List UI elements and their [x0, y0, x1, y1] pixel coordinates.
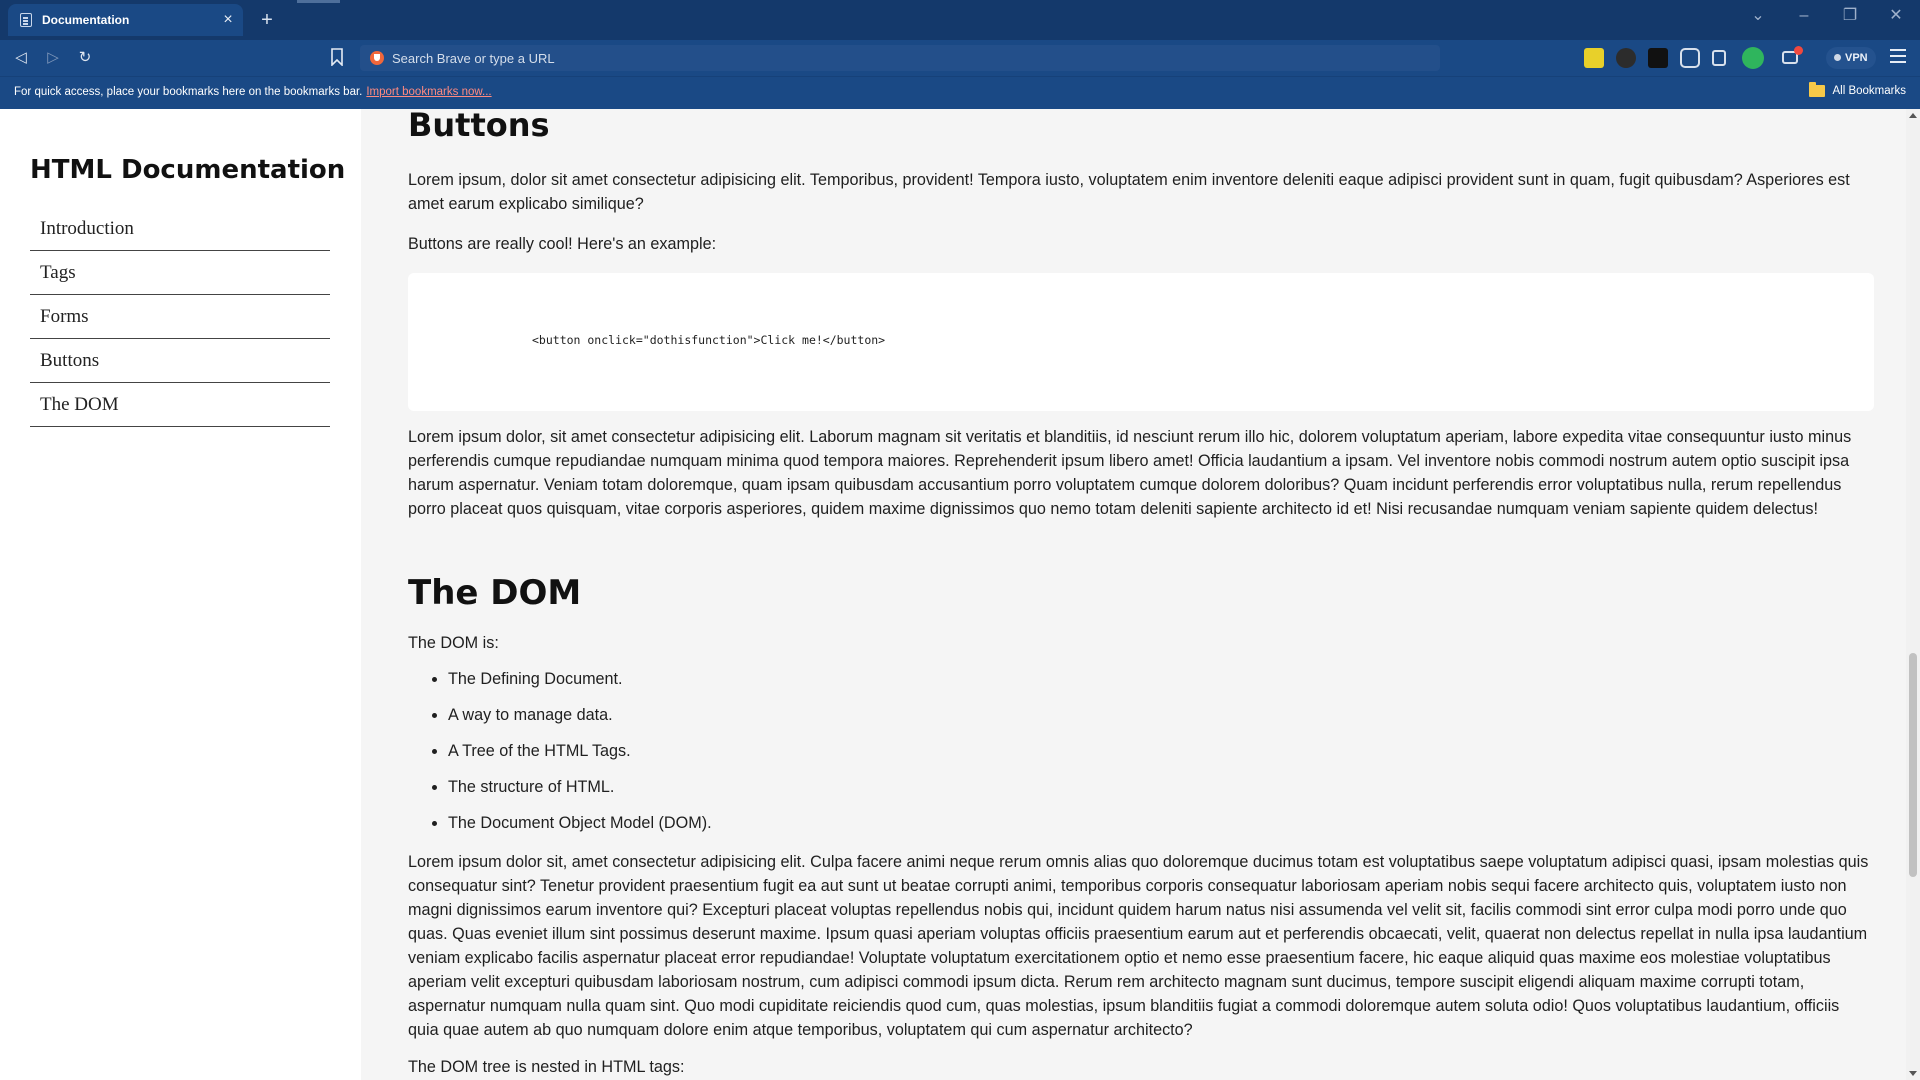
- page-scrollbar[interactable]: [1906, 109, 1920, 1080]
- bookmarks-bar: For quick access, place your bookmarks h…: [0, 76, 1920, 109]
- browser-toolbar: ◁ ▷ ↻ VPN: [0, 40, 1920, 76]
- scroll-up-arrow-icon[interactable]: [1909, 113, 1917, 118]
- docs-sidebar: HTML Documentation Introduction Tags For…: [0, 109, 361, 1080]
- new-tab-button[interactable]: +: [256, 8, 278, 32]
- folder-icon: [1808, 82, 1825, 97]
- vpn-button[interactable]: VPN: [1826, 47, 1876, 69]
- tab-strip-indicator: [297, 0, 340, 3]
- sidebar-item-buttons[interactable]: Buttons: [30, 339, 330, 383]
- address-input[interactable]: [392, 50, 1440, 66]
- forward-button[interactable]: ▷: [42, 47, 64, 69]
- section-heading-buttons: Buttons: [408, 109, 550, 144]
- back-button[interactable]: ◁: [10, 47, 32, 69]
- notification-badge: [1794, 46, 1803, 55]
- dom-paragraph-1: Lorem ipsum dolor sit, amet consectetur …: [408, 853, 1869, 1039]
- bookmarks-hint-text: For quick access, place your bookmarks h…: [14, 86, 363, 98]
- all-bookmarks-label: All Bookmarks: [1832, 85, 1907, 97]
- buttons-paragraph-1: Lorem ipsum, dolor sit amet consectetur …: [408, 171, 1850, 213]
- browser-titlebar: Documentation × + ⌄ – ❐ ✕: [0, 0, 1920, 40]
- brave-shield-icon[interactable]: [370, 51, 384, 65]
- tab-close-button[interactable]: ×: [217, 11, 239, 29]
- address-bar[interactable]: [360, 45, 1440, 71]
- scrollbar-thumb[interactable]: [1909, 653, 1917, 877]
- scroll-down-arrow-icon[interactable]: [1909, 1071, 1917, 1076]
- extension-yellow-icon[interactable]: [1584, 48, 1604, 68]
- list-item: The Document Object Model (DOM).: [448, 811, 712, 847]
- minimize-button[interactable]: –: [1782, 4, 1826, 28]
- tab-title: Documentation: [42, 13, 130, 27]
- sidebar-toggle-icon[interactable]: [1712, 50, 1726, 66]
- list-item: The Defining Document.: [448, 667, 712, 703]
- sidebar-item-tags[interactable]: Tags: [30, 251, 330, 295]
- sidebar-nav: Introduction Tags Forms Buttons The DOM: [30, 207, 330, 427]
- sidebar-title: HTML Documentation: [30, 155, 346, 185]
- sidebar-item-the-dom[interactable]: The DOM: [30, 383, 330, 427]
- list-item: A Tree of the HTML Tags.: [448, 739, 712, 775]
- tab-search-chevron-icon[interactable]: ⌄: [1736, 4, 1780, 28]
- section-heading-the-dom: The DOM: [408, 573, 582, 613]
- restore-button[interactable]: ❐: [1828, 4, 1872, 28]
- all-bookmarks-button[interactable]: All Bookmarks: [1808, 82, 1907, 97]
- sidebar-item-introduction[interactable]: Introduction: [30, 207, 330, 251]
- dom-paragraph-2: The DOM tree is nested in HTML tags:: [408, 1058, 685, 1076]
- reload-button[interactable]: ↻: [74, 47, 96, 69]
- extensions-puzzle-icon[interactable]: [1680, 48, 1700, 68]
- code-example-block: <button onclick="dothisfunction">Click m…: [408, 273, 1874, 411]
- close-window-button[interactable]: ✕: [1874, 4, 1918, 28]
- buttons-paragraph-2: Buttons are really cool! Here's an examp…: [408, 235, 717, 253]
- profile-avatar-icon[interactable]: [1742, 47, 1764, 69]
- bookmark-icon[interactable]: [330, 48, 344, 66]
- bookmarks-hint: For quick access, place your bookmarks h…: [14, 86, 492, 98]
- browser-tab-documentation[interactable]: Documentation ×: [8, 4, 243, 36]
- page-viewport: HTML Documentation Introduction Tags For…: [0, 109, 1920, 1080]
- dom-definition-list: The Defining Document. A way to manage d…: [448, 667, 712, 847]
- extension-glasses-icon[interactable]: [1616, 48, 1636, 68]
- hamburger-menu-icon[interactable]: [1890, 49, 1906, 67]
- extension-terminal-icon[interactable]: [1648, 48, 1668, 68]
- import-bookmarks-link[interactable]: Import bookmarks now...: [366, 86, 491, 98]
- document-icon: [20, 13, 32, 27]
- buttons-paragraph-3: Lorem ipsum dolor, sit amet consectetur …: [408, 428, 1852, 518]
- dom-intro: The DOM is:: [408, 634, 499, 652]
- sidebar-item-forms[interactable]: Forms: [30, 295, 330, 339]
- list-item: The structure of HTML.: [448, 775, 712, 811]
- list-item: A way to manage data.: [448, 703, 712, 739]
